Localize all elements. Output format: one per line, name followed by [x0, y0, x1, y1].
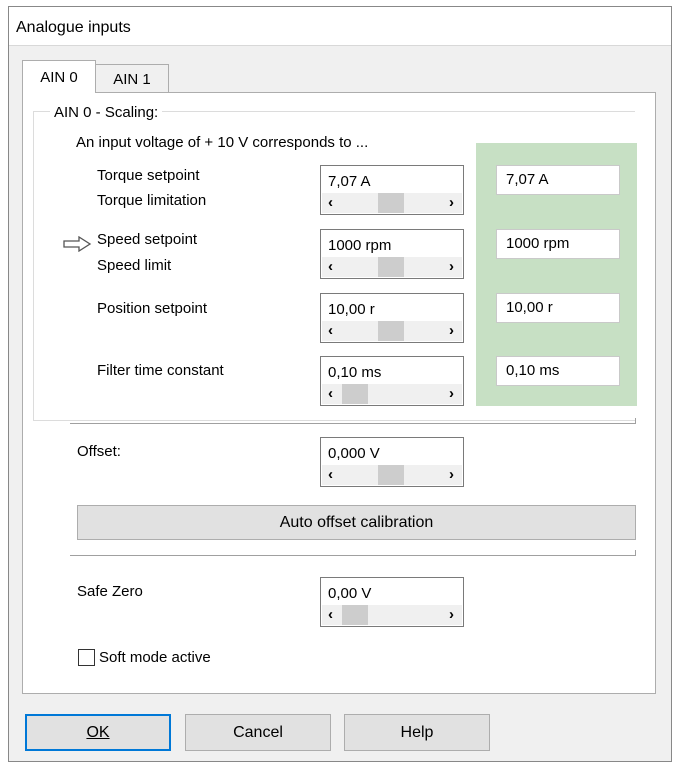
speed-spinbox[interactable]: 1000 rpm ‹ ›	[320, 229, 464, 279]
separator	[70, 418, 636, 424]
scroll-thumb[interactable]	[378, 465, 404, 485]
torque-limitation-label: Torque limitation	[97, 192, 207, 209]
button-label: Cancel	[233, 724, 283, 741]
position-setpoint-label: Position setpoint	[97, 300, 208, 317]
title-bar: Analogue inputs	[9, 7, 671, 46]
filter-readout-value: 0,10 ms	[506, 362, 560, 379]
scroll-right-icon[interactable]: ›	[449, 322, 454, 339]
soft-mode-checkbox[interactable]	[78, 649, 95, 666]
speed-setpoint-label: Speed setpoint	[97, 231, 198, 248]
scroll-thumb[interactable]	[378, 321, 404, 341]
safe-zero-label: Safe Zero	[77, 583, 143, 600]
tab-label: AIN 0	[40, 69, 78, 86]
scroll-left-icon[interactable]: ‹	[328, 466, 333, 483]
offset-spinbox[interactable]: 0,000 V ‹ ›	[320, 437, 464, 487]
offset-scrollbar[interactable]: ‹ ›	[322, 465, 462, 485]
offset-label: Offset:	[77, 443, 121, 460]
scroll-left-icon[interactable]: ‹	[328, 606, 333, 623]
position-scrollbar[interactable]: ‹ ›	[322, 321, 462, 341]
torque-readout: 7,07 A	[496, 165, 620, 195]
scaling-group-title: AIN 0 - Scaling:	[50, 104, 163, 121]
position-readout: 10,00 r	[496, 293, 620, 323]
scroll-left-icon[interactable]: ‹	[328, 258, 333, 275]
safe-zero-scrollbar[interactable]: ‹ ›	[322, 605, 462, 625]
tab-ain-0[interactable]: AIN 0	[22, 60, 96, 93]
torque-readout-value: 7,07 A	[506, 171, 549, 188]
torque-scrollbar[interactable]: ‹ ›	[322, 193, 462, 213]
speed-readout-value: 1000 rpm	[506, 235, 570, 252]
torque-spinbox[interactable]: 7,07 A ‹ ›	[320, 165, 464, 215]
scroll-thumb[interactable]	[378, 193, 404, 213]
window-title: Analogue inputs	[16, 19, 131, 36]
auto-offset-calibration-button[interactable]: Auto offset calibration	[77, 505, 636, 540]
scroll-right-icon[interactable]: ›	[449, 606, 454, 623]
scroll-thumb[interactable]	[342, 384, 368, 404]
scroll-thumb[interactable]	[378, 257, 404, 277]
button-label: Auto offset calibration	[279, 514, 434, 531]
scroll-right-icon[interactable]: ›	[449, 385, 454, 402]
soft-mode-label[interactable]: Soft mode active	[99, 649, 211, 666]
button-label: OK	[86, 724, 110, 741]
separator	[70, 550, 636, 556]
scroll-right-icon[interactable]: ›	[449, 194, 454, 211]
safe-zero-spinbox[interactable]: 0,00 V ‹ ›	[320, 577, 464, 627]
tab-label: AIN 1	[113, 71, 151, 88]
torque-setpoint-label: Torque setpoint	[97, 167, 200, 184]
filter-scrollbar[interactable]: ‹ ›	[322, 384, 462, 404]
scroll-left-icon[interactable]: ‹	[328, 322, 333, 339]
filter-value: 0,10 ms	[328, 364, 382, 381]
position-value: 10,00 r	[328, 301, 375, 318]
scaling-intro-text: An input voltage of + 10 V corresponds t…	[76, 134, 369, 151]
filter-time-constant-label: Filter time constant	[97, 362, 224, 379]
scroll-left-icon[interactable]: ‹	[328, 194, 333, 211]
speed-value: 1000 rpm	[328, 237, 392, 254]
position-readout-value: 10,00 r	[506, 299, 553, 316]
ok-button[interactable]: OK	[25, 714, 171, 751]
filter-spinbox[interactable]: 0,10 ms ‹ ›	[320, 356, 464, 406]
button-label: Help	[400, 724, 434, 741]
speed-scrollbar[interactable]: ‹ ›	[322, 257, 462, 277]
position-spinbox[interactable]: 10,00 r ‹ ›	[320, 293, 464, 343]
speed-limit-label: Speed limit	[97, 257, 172, 274]
scroll-right-icon[interactable]: ›	[449, 258, 454, 275]
scroll-thumb[interactable]	[342, 605, 368, 625]
safe-zero-value: 0,00 V	[328, 585, 372, 602]
scroll-right-icon[interactable]: ›	[449, 466, 454, 483]
cancel-button[interactable]: Cancel	[185, 714, 331, 751]
offset-value: 0,000 V	[328, 445, 380, 462]
scroll-left-icon[interactable]: ‹	[328, 385, 333, 402]
filter-readout: 0,10 ms	[496, 356, 620, 386]
help-button[interactable]: Help	[344, 714, 490, 751]
torque-value: 7,07 A	[328, 173, 371, 190]
speed-readout: 1000 rpm	[496, 229, 620, 259]
tab-ain-1[interactable]: AIN 1	[95, 64, 169, 92]
arrow-right-icon	[63, 236, 92, 252]
